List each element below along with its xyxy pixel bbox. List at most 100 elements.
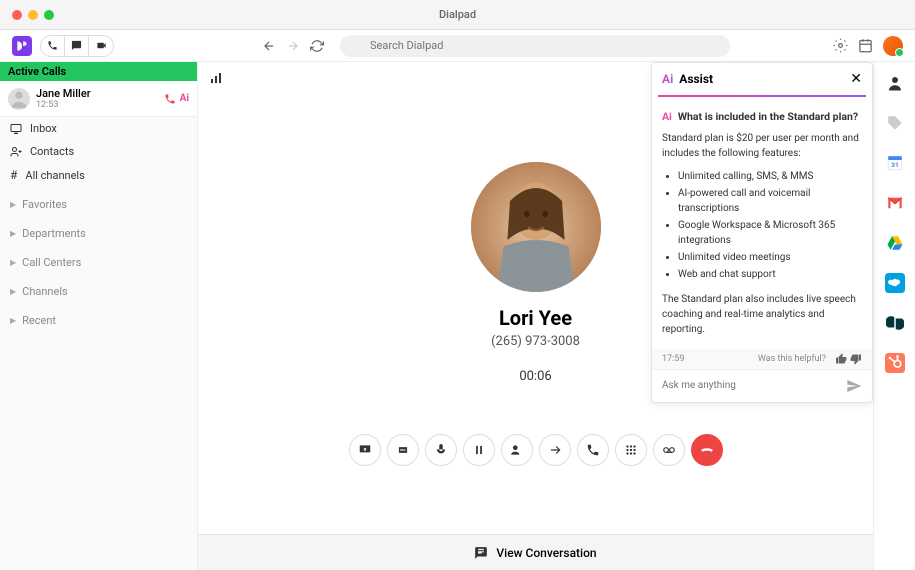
view-conversation-label: View Conversation: [496, 546, 596, 560]
search-container: [340, 34, 730, 57]
ai-logo-icon: Ai: [662, 72, 673, 86]
window-titlebar: Dialpad: [0, 0, 915, 30]
sidebar-section-departments[interactable]: ▶Departments: [0, 222, 197, 245]
add-participant-button[interactable]: [501, 434, 533, 466]
ai-icon: Ai: [180, 93, 189, 105]
app-logo[interactable]: [12, 36, 32, 56]
sidebar-section-call-centers[interactable]: ▶Call Centers: [0, 251, 197, 274]
google-drive-icon[interactable]: [884, 232, 906, 254]
forward-button[interactable]: [286, 39, 300, 53]
assist-footer: 17:59 Was this helpful?: [652, 349, 872, 369]
assist-accent-bar: [658, 95, 866, 97]
assist-feature-item: Web and chat support: [678, 267, 862, 282]
assist-extra-info: The Standard plan also includes live spe…: [662, 292, 862, 337]
phone-button[interactable]: [41, 36, 65, 56]
message-button[interactable]: [65, 36, 89, 56]
refresh-button[interactable]: [310, 39, 324, 53]
svg-text:31: 31: [891, 161, 899, 169]
maximize-window[interactable]: [44, 10, 54, 20]
hubspot-icon[interactable]: [884, 352, 906, 374]
assist-title: Assist: [679, 72, 844, 86]
sidebar-section-recent[interactable]: ▶Recent: [0, 309, 197, 332]
signal-icon: [210, 72, 222, 84]
video-button[interactable]: [89, 36, 113, 56]
ai-mark-icon: Ai: [662, 109, 672, 125]
assist-body: Ai What is included in the Standard plan…: [652, 103, 872, 349]
transfer-button[interactable]: [539, 434, 571, 466]
view-conversation-bar[interactable]: View Conversation: [198, 534, 873, 570]
call-park-button[interactable]: [577, 434, 609, 466]
gmail-icon[interactable]: [884, 192, 906, 214]
screenshare-button[interactable]: [349, 434, 381, 466]
caller-phone: (265) 973-3008: [491, 334, 580, 349]
assist-feature-item: Unlimited calling, SMS, & MMS: [678, 169, 862, 184]
call-item-icons: Ai: [164, 93, 189, 105]
call-controls: REC: [198, 434, 873, 466]
caller-name: Lori Yee: [499, 306, 572, 330]
topbar: [0, 30, 915, 62]
sidebar: Active Calls Jane Miller 12:53 Ai Inbox …: [0, 62, 198, 570]
svg-text:REC: REC: [400, 448, 405, 452]
search-input[interactable]: [340, 35, 730, 57]
window-title: Dialpad: [439, 8, 476, 21]
back-button[interactable]: [262, 39, 276, 53]
active-call-item[interactable]: Jane Miller 12:53 Ai: [0, 81, 197, 117]
record-button[interactable]: REC: [387, 434, 419, 466]
assist-panel: Ai Assist ✕ Ai What is included in the S…: [651, 62, 873, 403]
close-icon[interactable]: ✕: [850, 71, 862, 87]
traffic-lights: [12, 10, 54, 20]
salesforce-icon[interactable]: [884, 272, 906, 294]
assist-input[interactable]: [662, 380, 846, 391]
active-calls-header: Active Calls: [0, 62, 197, 81]
assist-feature-list: Unlimited calling, SMS, & MMS AI-powered …: [662, 169, 862, 282]
call-info: Jane Miller 12:53: [36, 87, 164, 110]
right-rail: 31: [873, 62, 915, 570]
thumbs-down-icon[interactable]: [850, 353, 862, 365]
user-avatar[interactable]: [883, 36, 903, 56]
quick-actions: [40, 35, 114, 57]
profile-icon[interactable]: [884, 72, 906, 94]
sidebar-item-all-channels[interactable]: # All channels: [0, 163, 197, 187]
assist-question: Ai What is included in the Standard plan…: [662, 109, 862, 125]
main-layout: Active Calls Jane Miller 12:53 Ai Inbox …: [0, 62, 915, 570]
minimize-window[interactable]: [28, 10, 38, 20]
end-call-button[interactable]: [691, 434, 723, 466]
sidebar-item-contacts[interactable]: Contacts: [0, 140, 197, 163]
thumbs-up-icon[interactable]: [835, 353, 847, 365]
sidebar-section-channels[interactable]: ▶Channels: [0, 280, 197, 303]
chat-icon: [474, 546, 488, 560]
assist-header: Ai Assist ✕: [652, 63, 872, 95]
topbar-right: [833, 36, 903, 56]
settings-icon[interactable]: [833, 38, 848, 53]
caller-avatar-sm: [8, 88, 30, 110]
mute-button[interactable]: [425, 434, 457, 466]
call-time: 12:53: [36, 100, 164, 110]
sidebar-section-favorites[interactable]: ▶Favorites: [0, 193, 197, 216]
voicemail-button[interactable]: [653, 434, 685, 466]
content-area: Lori Yee (265) 973-3008 00:06 REC View C…: [198, 62, 873, 570]
dialpad-button[interactable]: [615, 434, 647, 466]
nav-arrows: [262, 39, 324, 53]
caller-avatar: [471, 162, 601, 292]
assist-feature-item: Unlimited video meetings: [678, 250, 862, 265]
ongoing-call-icon: [164, 93, 176, 105]
assist-description: Standard plan is $20 per user per month …: [662, 131, 862, 161]
sidebar-item-label: Inbox: [30, 122, 57, 135]
send-icon[interactable]: [846, 378, 862, 394]
assist-timestamp: 17:59: [662, 354, 684, 364]
tag-icon[interactable]: [884, 112, 906, 134]
helpful-label: Was this helpful?: [758, 354, 826, 364]
calendar-icon[interactable]: [858, 38, 873, 53]
hold-button[interactable]: [463, 434, 495, 466]
assist-feature-item: AI-powered call and voicemail transcript…: [678, 186, 862, 216]
sidebar-item-inbox[interactable]: Inbox: [0, 117, 197, 140]
call-name: Jane Miller: [36, 87, 164, 100]
close-window[interactable]: [12, 10, 22, 20]
assist-feature-item: Google Workspace & Microsoft 365 integra…: [678, 218, 862, 248]
assist-input-row: [652, 369, 872, 402]
google-calendar-icon[interactable]: 31: [884, 152, 906, 174]
sidebar-item-label: Contacts: [30, 145, 74, 158]
zendesk-icon[interactable]: [884, 312, 906, 334]
sidebar-item-label: All channels: [25, 169, 84, 182]
call-timer: 00:06: [519, 369, 551, 384]
